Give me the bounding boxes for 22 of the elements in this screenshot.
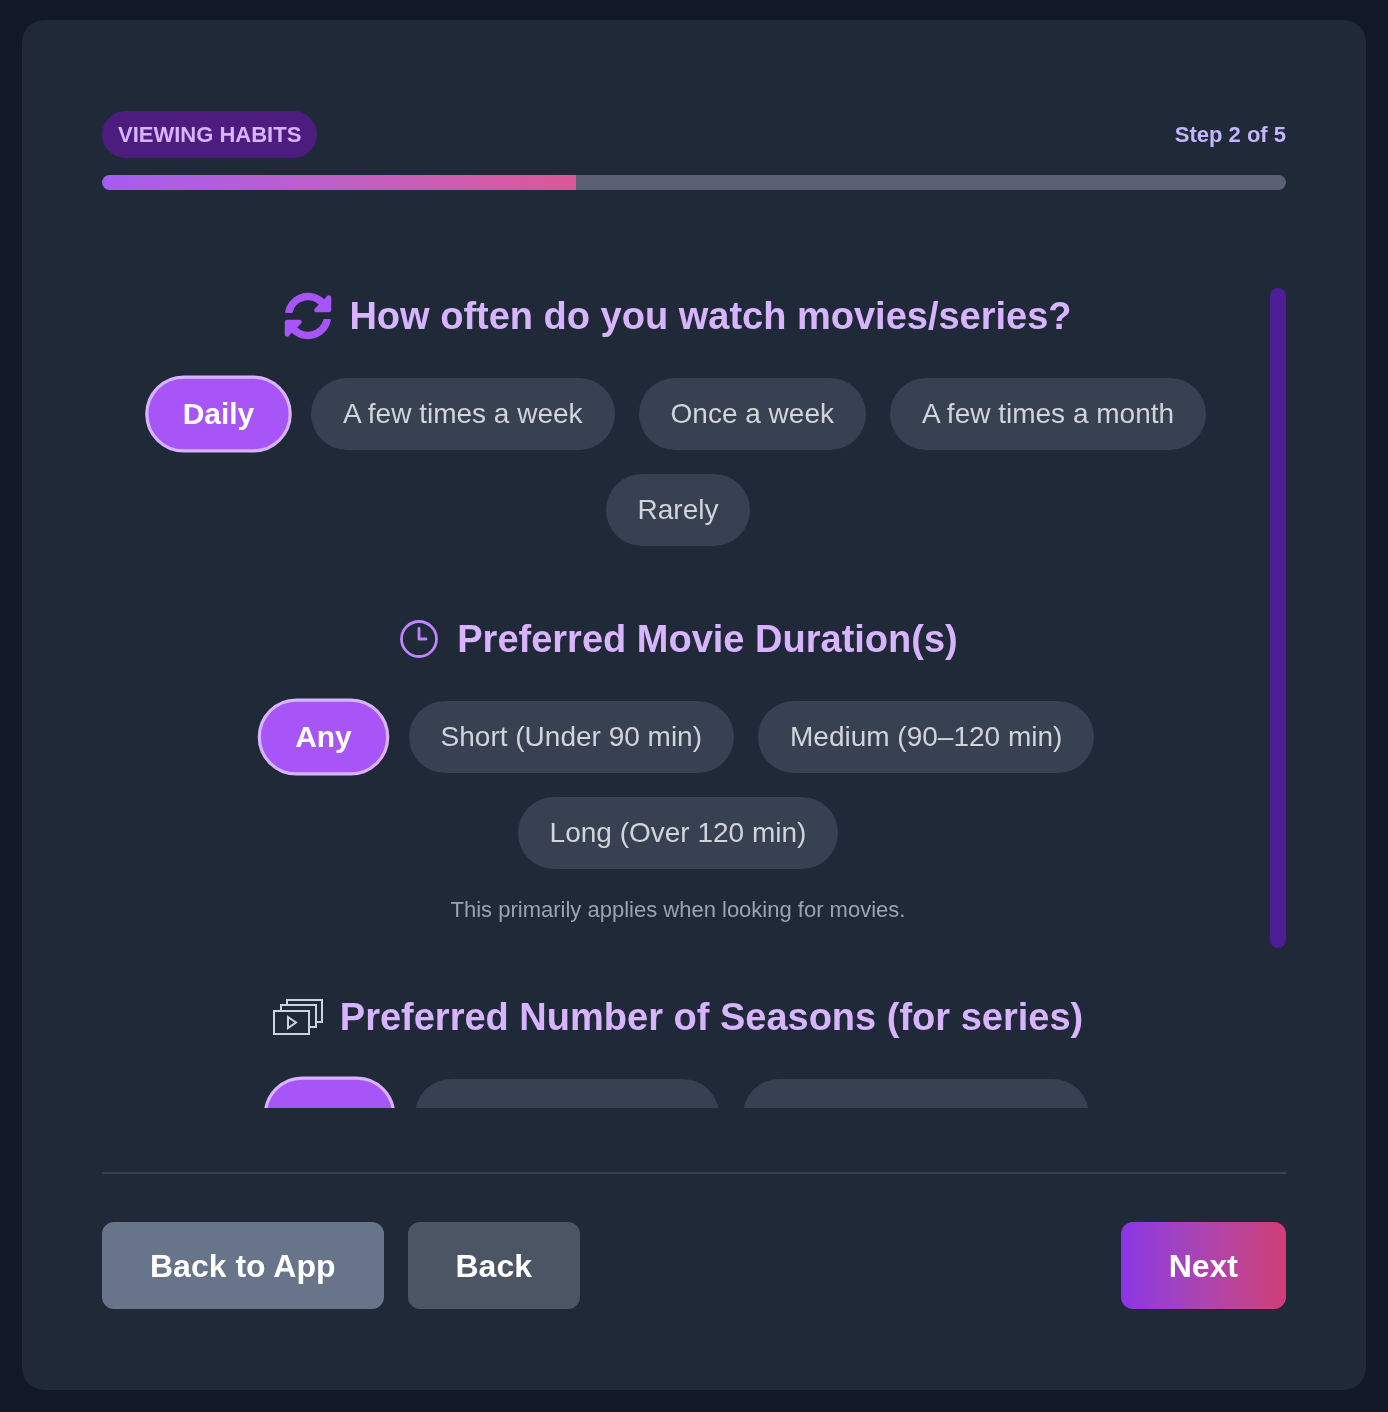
question-title: How often do you watch movies/series? (349, 294, 1072, 339)
option-chip[interactable]: Rarely (605, 474, 751, 546)
option-chip[interactable]: Short (Under 90 min) (408, 701, 734, 773)
refresh-icon (284, 292, 333, 340)
stacked-video-frames-icon (272, 999, 323, 1035)
option-chip[interactable]: Any (257, 698, 389, 776)
back-button[interactable]: Back to App (102, 1222, 384, 1309)
step-indicator: Step 2 of 5 (1174, 121, 1286, 149)
clock-icon (398, 618, 441, 660)
option-chip[interactable]: Daily (145, 375, 292, 453)
helper-note: This primarily applies when looking for movies. (450, 896, 906, 924)
section-badge: VIEWING HABITS (102, 111, 318, 158)
option-chip[interactable]: Medium (90–120 min) (758, 701, 1095, 773)
next-button[interactable]: Next (1120, 1222, 1286, 1309)
option-chip[interactable]: Once a week (638, 378, 866, 450)
question-title: Preferred Movie Duration(s) (457, 617, 958, 662)
option-chip[interactable]: A few times a week (310, 378, 615, 450)
question-title: Preferred Number of Seasons (for series) (339, 995, 1084, 1040)
option-chip[interactable]: Long (Over 120 min) (517, 797, 839, 869)
scrollbar-thumb[interactable] (1270, 288, 1286, 948)
option-chip[interactable]: A few times a month (889, 378, 1207, 450)
back-button[interactable]: Back (407, 1222, 580, 1309)
